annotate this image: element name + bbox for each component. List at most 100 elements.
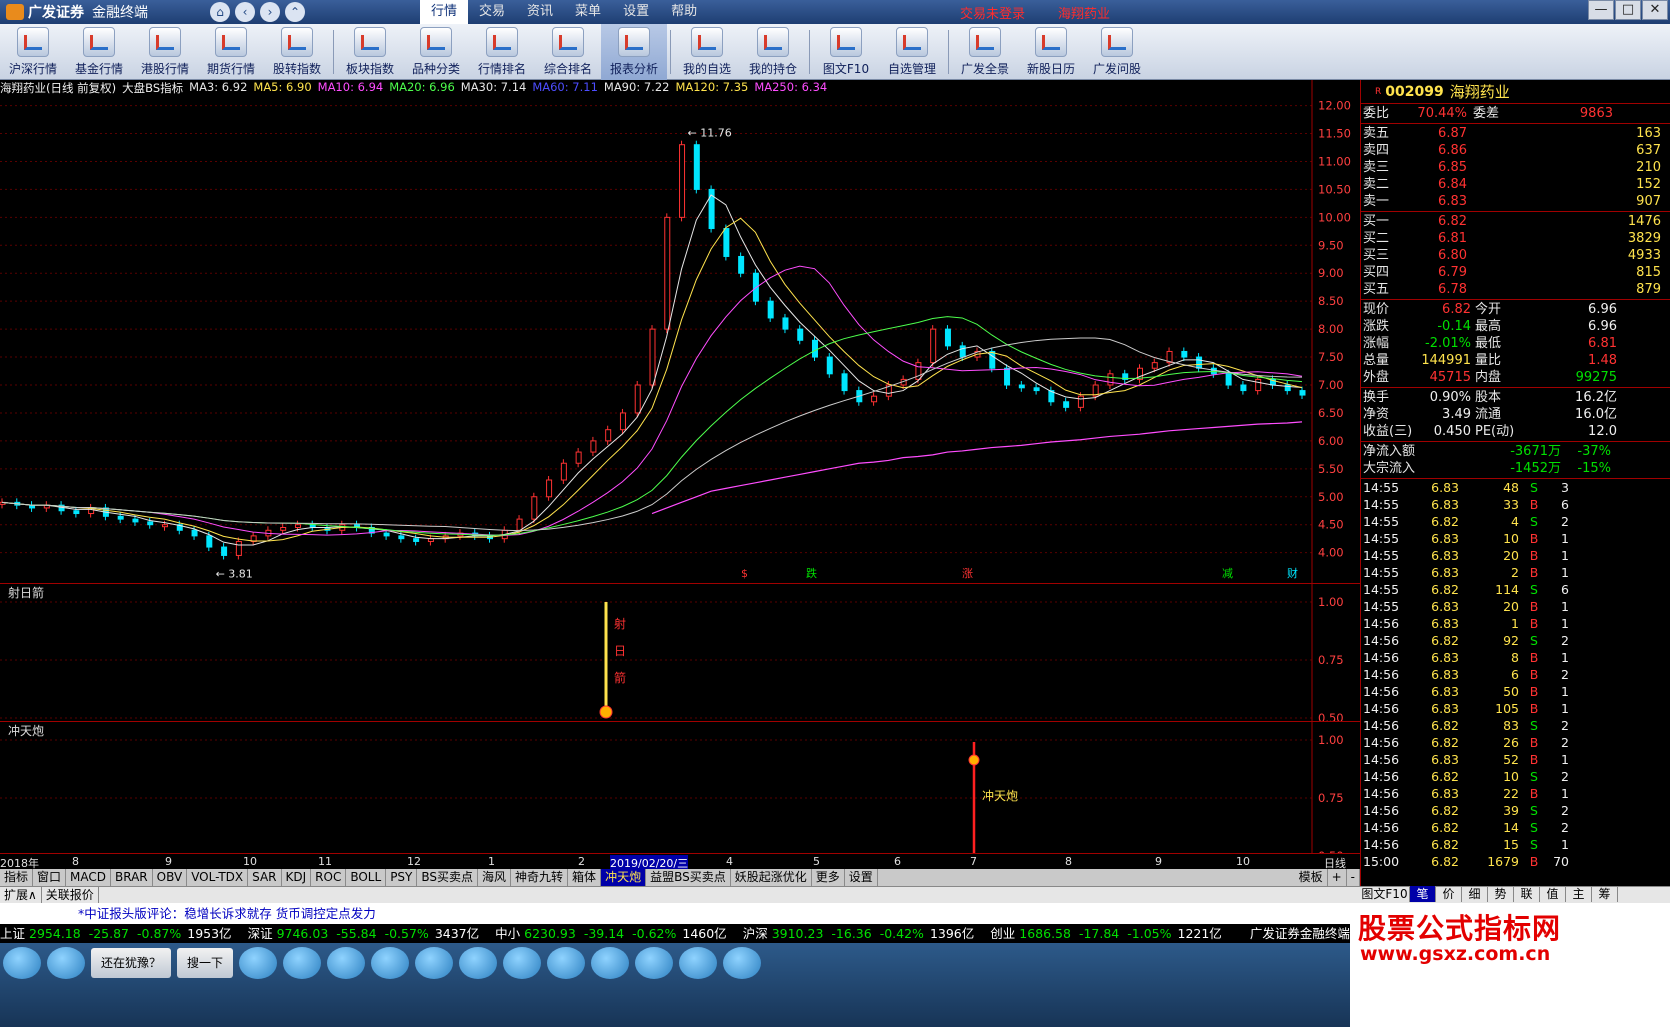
toolbar-button-0[interactable]: 沪深行情: [0, 24, 66, 80]
tick-list[interactable]: 14:55 6.83 48 S 3 14:55 6.83 33 B 6 14:55 6.82 4 S 2 14…: [1361, 479, 1670, 870]
taskbar-task-0[interactable]: 还在犹豫？: [91, 948, 172, 978]
minimize-icon[interactable]: —: [1588, 0, 1614, 20]
asks-row[interactable]: 卖五 6.87 163: [1361, 125, 1670, 142]
menu-item-0[interactable]: 行情: [420, 0, 469, 24]
indicator-tab-8[interactable]: ROC: [311, 869, 347, 886]
right-tab-0[interactable]: 图文F10: [1360, 886, 1410, 902]
right-tab-6[interactable]: 值: [1540, 886, 1566, 902]
indicator-tab-6[interactable]: SAR: [248, 869, 282, 886]
kline-chart[interactable]: 12.00 11.50 11.00 10.50 10.00 9.50 9.00 8.50 8.0…: [0, 80, 1360, 583]
bids-row[interactable]: 买二 6.81 3829: [1361, 230, 1670, 247]
index-item[interactable]: 深证 9746.03 -55.84 -0.57% 3437亿: [248, 924, 480, 943]
toolbar-button-6[interactable]: 品种分类: [403, 24, 469, 80]
taskbar-app-icon[interactable]: [283, 947, 322, 979]
bids-row[interactable]: 买一 6.82 1476: [1361, 213, 1670, 230]
indicator-tab-17[interactable]: 妖股起涨优化: [731, 869, 812, 886]
close-icon[interactable]: ✕: [1642, 0, 1668, 20]
home-icon[interactable]: ⌂: [210, 2, 230, 22]
maximize-icon[interactable]: □: [1615, 0, 1641, 20]
indicator-tab-16[interactable]: 益盟BS买卖点: [646, 869, 731, 886]
toolbar-button-8[interactable]: 综合排名: [535, 24, 601, 80]
toolbar-button-9[interactable]: 报表分析: [601, 24, 667, 80]
taskbar-app-icon[interactable]: [547, 947, 586, 979]
menu-item-3[interactable]: 菜单: [564, 0, 612, 24]
taskbar-app-icon[interactable]: [679, 947, 718, 979]
right-tab-8[interactable]: 筹: [1592, 886, 1618, 902]
event-marker[interactable]: 财: [1287, 566, 1298, 580]
indicator-tab-5[interactable]: VOL-TDX: [187, 869, 249, 886]
index-item[interactable]: 创业 1686.58 -17.84 -1.05% 1221亿: [990, 924, 1222, 943]
index-item[interactable]: 沪深 3910.23 -16.36 -0.42% 1396亿: [743, 924, 975, 943]
indicator-right-1[interactable]: +: [1328, 869, 1347, 886]
indicator-tab-15[interactable]: 冲天炮: [601, 869, 647, 886]
indicator-right-2[interactable]: -: [1347, 869, 1360, 886]
index-item[interactable]: 中小 6230.93 -39.14 -0.62% 1460亿: [495, 924, 727, 943]
taskbar-app-icon[interactable]: [327, 947, 366, 979]
toolbar-button-12[interactable]: 图文F10: [813, 24, 879, 80]
index-item[interactable]: 上证 2954.18 -25.87 -0.87% 1953亿: [0, 924, 232, 943]
toolbar-button-5[interactable]: 板块指数: [337, 24, 403, 80]
toolbar-button-16[interactable]: 广发问股: [1084, 24, 1150, 80]
taskbar-app-icon[interactable]: [503, 947, 542, 979]
indicator-tab-13[interactable]: 神奇九转: [511, 869, 569, 886]
bs-indicator-name[interactable]: 大盘BS指标: [122, 80, 183, 97]
event-marker[interactable]: $: [741, 567, 748, 580]
asks-row[interactable]: 卖一 6.83 907: [1361, 193, 1670, 210]
indicator-tab-19[interactable]: 设置: [845, 869, 878, 886]
sub-tab-0[interactable]: 扩展∧: [0, 887, 42, 903]
bids-row[interactable]: 买四 6.79 815: [1361, 264, 1670, 281]
indicator-tab-0[interactable]: 指标: [0, 869, 34, 886]
indicator-tab-3[interactable]: BRAR: [111, 869, 153, 886]
right-tab-5[interactable]: 联: [1514, 886, 1540, 902]
collapse-icon[interactable]: ⌃: [285, 2, 305, 22]
event-marker[interactable]: 跌: [806, 566, 817, 580]
event-marker[interactable]: 涨: [962, 567, 973, 580]
taskbar-app-icon[interactable]: [723, 947, 762, 979]
bids-row[interactable]: 买三 6.80 4933: [1361, 247, 1670, 264]
toolbar-button-14[interactable]: 广发全景: [952, 24, 1018, 80]
indicator-tab-7[interactable]: KDJ: [282, 869, 312, 886]
menu-item-4[interactable]: 设置: [612, 0, 660, 24]
indicator-right-0[interactable]: 模板: [1295, 869, 1328, 886]
sub-tab-1[interactable]: 关联报价: [42, 887, 99, 903]
trade-login-status[interactable]: 交易未登录: [960, 3, 1025, 22]
toolbar-button-3[interactable]: 期货行情: [198, 24, 264, 80]
right-tab-1[interactable]: 笔: [1410, 886, 1436, 902]
indicator-tab-10[interactable]: PSY: [386, 869, 418, 886]
indicator-tab-11[interactable]: BS买卖点: [417, 869, 479, 886]
toolbar-button-10[interactable]: 我的自选: [674, 24, 740, 80]
taskbar-app-icon[interactable]: [371, 947, 410, 979]
toolbar-button-1[interactable]: 基金行情: [66, 24, 132, 80]
indicator-tab-2[interactable]: MACD: [66, 869, 112, 886]
toolbar-button-13[interactable]: 自选管理: [879, 24, 945, 80]
chongtianpao-panel[interactable]: 1.000.750.50冲天炮: [0, 722, 1360, 853]
menu-item-5[interactable]: 帮助: [660, 0, 708, 24]
taskbar-app-icon[interactable]: [591, 947, 630, 979]
right-tab-2[interactable]: 价: [1436, 886, 1462, 902]
right-tab-4[interactable]: 势: [1488, 886, 1514, 902]
indicator-tab-18[interactable]: 更多: [812, 869, 845, 886]
start-orb-icon[interactable]: [3, 947, 41, 979]
menu-item-1[interactable]: 交易: [468, 0, 516, 24]
indicator-tab-12[interactable]: 海风: [478, 869, 512, 886]
toolbar-button-2[interactable]: 港股行情: [132, 24, 198, 80]
people-icon[interactable]: [47, 947, 85, 979]
toolbar-button-4[interactable]: 股转指数: [264, 24, 330, 80]
indicator-tab-1[interactable]: 窗口: [33, 869, 67, 886]
taskbar-task-1[interactable]: 搜一下: [177, 948, 234, 978]
taskbar-app-icon[interactable]: [635, 947, 674, 979]
indicator-tab-9[interactable]: BOLL: [346, 869, 387, 886]
toolbar-button-11[interactable]: 我的持仓: [740, 24, 806, 80]
right-tab-3[interactable]: 细: [1462, 886, 1488, 902]
indicator-tab-4[interactable]: OBV: [153, 869, 188, 886]
asks-row[interactable]: 卖二 6.84 152: [1361, 176, 1670, 193]
bids-row[interactable]: 买五 6.78 879: [1361, 281, 1670, 298]
taskbar-app-icon[interactable]: [459, 947, 498, 979]
toolbar-button-7[interactable]: 行情排名: [469, 24, 535, 80]
sheri-jian-panel[interactable]: 1.00 0.75 0.50 射日箭: [0, 584, 1360, 721]
taskbar-app-icon[interactable]: [239, 947, 278, 979]
indicator-tab-14[interactable]: 箱体: [568, 869, 602, 886]
taskbar-app-icon[interactable]: [415, 947, 454, 979]
news-ticker[interactable]: *中证报头版评论：稳增长诉求就存 货币调控定点发力: [0, 903, 1350, 924]
toolbar-button-15[interactable]: 新股日历: [1018, 24, 1084, 80]
